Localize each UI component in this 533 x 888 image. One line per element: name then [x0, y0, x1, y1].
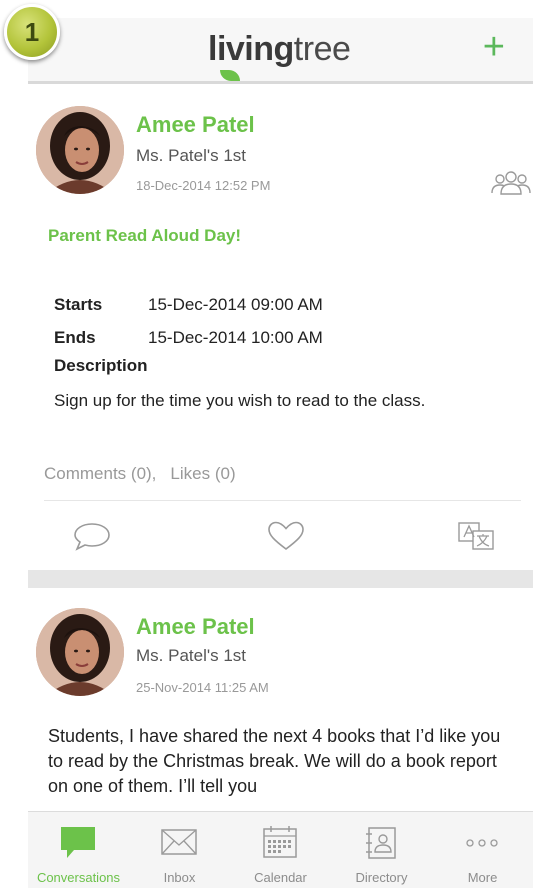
- leaf-icon: [220, 70, 240, 81]
- app-header: livingtree +: [28, 18, 533, 84]
- starts-label: Starts: [54, 294, 103, 314]
- event-details: Starts 15-Dec-2014 09:00 AM Ends 15-Dec-…: [54, 288, 323, 354]
- heart-icon[interactable]: [266, 520, 306, 552]
- avatar[interactable]: [36, 106, 124, 194]
- bottom-tab-bar: Conversations Inbox Calendar Directory M…: [28, 811, 533, 888]
- more-dots-icon: [466, 839, 498, 847]
- step-number-badge: 1: [4, 4, 60, 60]
- tab-label: Inbox: [163, 870, 196, 885]
- post-separator: [28, 570, 533, 588]
- event-title[interactable]: Parent Read Aloud Day!: [48, 226, 241, 246]
- address-book-icon: [366, 827, 396, 859]
- likes-count[interactable]: Likes (0): [170, 464, 235, 483]
- class-name: Ms. Patel's 1st: [136, 646, 247, 665]
- avatar-photo: [36, 106, 124, 194]
- tab-label: Directory: [355, 870, 408, 885]
- envelope-icon: [161, 829, 197, 855]
- post-card: Amee Patel Ms. Patel's 1st 25-Nov-2014 1…: [28, 588, 533, 811]
- divider: [44, 500, 521, 501]
- tab-more[interactable]: More: [432, 812, 533, 888]
- translate-icon[interactable]: [456, 520, 496, 552]
- logo-light-text: tree: [293, 30, 351, 68]
- starts-value: 15-Dec-2014 09:00 AM: [148, 294, 323, 314]
- group-audience-icon: [491, 171, 531, 195]
- post-timestamp: 18-Dec-2014 12:52 PM: [136, 178, 271, 193]
- ends-value: 15-Dec-2014 10:00 AM: [148, 327, 323, 347]
- description-label: Description: [54, 356, 148, 375]
- ends-label: Ends: [54, 327, 96, 347]
- description-text: Sign up for the time you wish to read to…: [54, 391, 426, 410]
- tab-label: Calendar: [254, 870, 307, 885]
- author-name[interactable]: Amee Patel: [136, 112, 255, 138]
- event-start-row: Starts 15-Dec-2014 09:00 AM: [54, 288, 323, 321]
- post-timestamp: 25-Nov-2014 11:25 AM: [136, 680, 269, 695]
- livingtree-logo: livingtree: [208, 30, 351, 81]
- tab-label: Conversations: [36, 870, 121, 885]
- comment-icon[interactable]: [72, 520, 112, 552]
- class-name: Ms. Patel's 1st: [136, 146, 247, 165]
- post-card: Amee Patel Ms. Patel's 1st 18-Dec-2014 1…: [28, 84, 533, 570]
- author-name[interactable]: Amee Patel: [136, 614, 255, 640]
- chat-bubble-icon: [61, 827, 95, 858]
- calendar-icon: [263, 826, 297, 858]
- tab-conversations[interactable]: Conversations: [28, 812, 129, 888]
- tab-inbox[interactable]: Inbox: [129, 812, 230, 888]
- step-number: 1: [24, 16, 40, 47]
- post-body-text: Students, I have shared the next 4 books…: [48, 726, 501, 796]
- comments-count[interactable]: Comments (0),: [44, 464, 156, 483]
- avatar-photo: [36, 608, 124, 696]
- add-post-button[interactable]: +: [483, 28, 505, 66]
- event-end-row: Ends 15-Dec-2014 10:00 AM: [54, 321, 323, 354]
- avatar[interactable]: [36, 608, 124, 696]
- tab-calendar[interactable]: Calendar: [230, 812, 331, 888]
- tab-directory[interactable]: Directory: [331, 812, 432, 888]
- post-counts: Comments (0), Likes (0): [44, 464, 236, 484]
- tab-label: More: [467, 870, 498, 885]
- logo-bold-text: living: [208, 30, 294, 68]
